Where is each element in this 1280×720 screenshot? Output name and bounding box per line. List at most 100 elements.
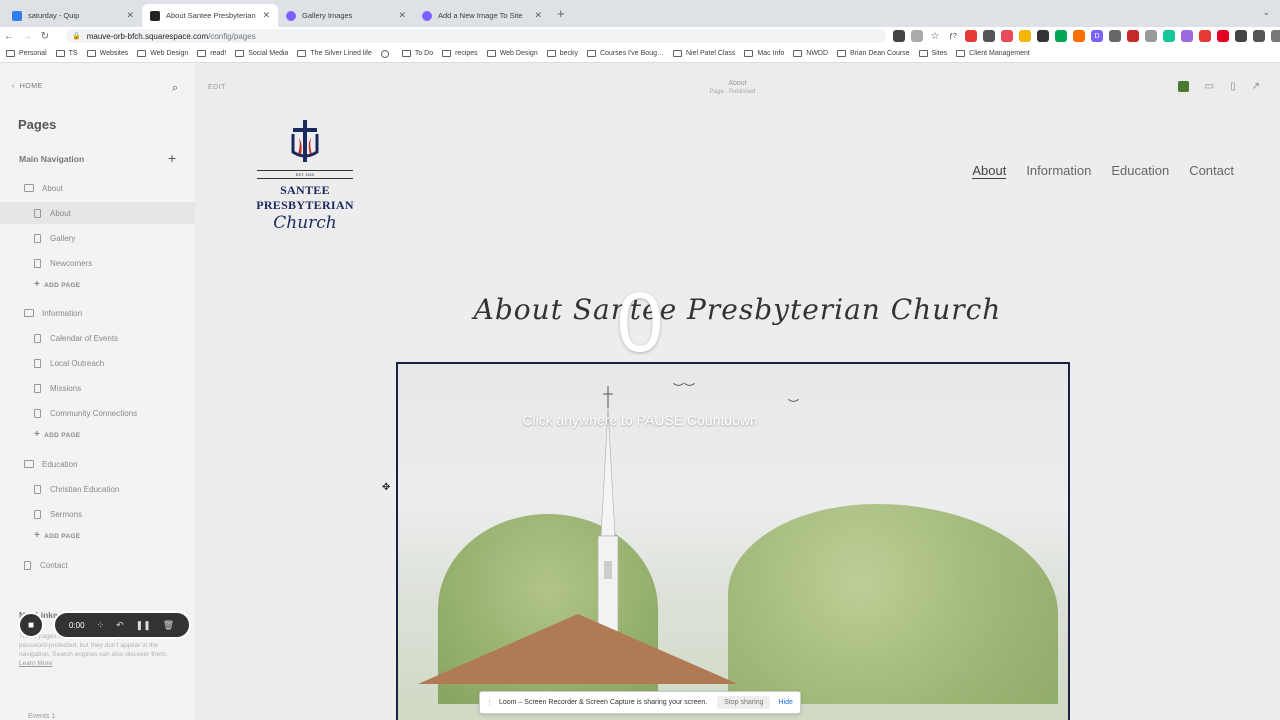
bookmark-item[interactable]: Niel Patel Class (672, 50, 735, 57)
chevron-down-icon[interactable]: ⌄ (1262, 7, 1270, 18)
search-icon[interactable]: ⌕ (172, 82, 178, 95)
puzzle-icon[interactable] (1253, 30, 1265, 42)
bookmark-label: Web Design (150, 50, 189, 57)
extension-icon[interactable] (1127, 30, 1139, 42)
desktop-icon[interactable]: ▭ (1205, 81, 1214, 92)
pinterest-icon[interactable] (1217, 30, 1229, 42)
bookmark-item[interactable]: Courses I've Boug… (587, 50, 664, 57)
camera-icon[interactable] (893, 30, 905, 42)
nav-contact[interactable]: Contact (1189, 163, 1234, 179)
bookmark-item[interactable]: Brian Dean Course (837, 50, 910, 57)
url-field[interactable]: 🔒 mauve-orb-bfch.squarespace.com/config/… (66, 29, 886, 43)
bookmark-item[interactable]: TS (55, 50, 78, 57)
folder-about[interactable]: About (0, 177, 195, 199)
star-icon[interactable]: ☆ (929, 30, 941, 42)
bookmark-item[interactable]: Personal (6, 50, 47, 57)
bookmark-item[interactable]: read! (197, 50, 226, 57)
share-icon[interactable] (911, 30, 923, 42)
loom-icon[interactable] (1199, 30, 1211, 42)
close-icon[interactable]: ✕ (398, 10, 406, 21)
page-gallery[interactable]: Gallery (0, 227, 195, 249)
page-missions[interactable]: Missions (0, 377, 195, 399)
pause-icon[interactable]: ❚❚ (136, 620, 151, 631)
add-icon[interactable]: + (168, 151, 176, 165)
page-sermons[interactable]: Sermons (0, 503, 195, 525)
main-navigation-heading: Main Navigation (19, 154, 85, 164)
bookmark-item[interactable]: NWDD (793, 50, 828, 57)
folder-education[interactable]: Education (0, 453, 195, 475)
folder-icon (956, 50, 966, 57)
bookmark-item[interactable]: Mac Info (744, 50, 784, 57)
extension-icon[interactable] (965, 30, 977, 42)
expand-icon[interactable]: ↗ (1252, 81, 1260, 92)
extension-icon[interactable] (1037, 30, 1049, 42)
extension-icon[interactable] (1019, 30, 1031, 42)
new-tab-icon[interactable]: + (557, 6, 565, 21)
bookmark-item[interactable] (380, 49, 393, 58)
browser-tab[interactable]: saturday - Quip ✕ (4, 4, 142, 27)
bookmark-item[interactable]: recipes (442, 50, 478, 57)
loom-camera-button[interactable]: ■ (18, 612, 44, 638)
extension-icon[interactable] (1235, 30, 1247, 42)
add-page-button[interactable]: + ADD PAGE (34, 530, 80, 541)
close-icon[interactable]: ✕ (534, 10, 542, 21)
bookmark-item[interactable]: Websites (86, 50, 128, 57)
page-label: Newcomers (50, 258, 93, 268)
close-icon[interactable]: ✕ (262, 10, 270, 21)
sidebar-icon[interactable] (1271, 30, 1280, 42)
extension-icon[interactable] (1181, 30, 1193, 42)
page-newcomers[interactable]: Newcomers (0, 252, 195, 274)
extension-icon[interactable] (1163, 30, 1175, 42)
bookmark-item[interactable]: The Silver Lined life (297, 50, 372, 57)
nav-information[interactable]: Information (1026, 163, 1091, 179)
countdown-message[interactable]: Click anywhere to PAUSE Countdown (0, 412, 1280, 428)
extension-icon[interactable]: D (1091, 30, 1103, 42)
page-christian-education[interactable]: Christian Education (0, 478, 195, 500)
stop-sharing-button[interactable]: Stop sharing (717, 696, 771, 709)
page-label: About (50, 208, 71, 218)
browser-tab[interactable]: Gallery Images ✕ (278, 4, 414, 27)
bookmark-label: NWDD (806, 50, 829, 57)
bookmark-item[interactable]: Web Design (137, 50, 188, 57)
close-icon[interactable]: ✕ (126, 10, 134, 21)
bookmark-item[interactable]: Sites (918, 50, 947, 57)
page-about[interactable]: About (0, 202, 195, 224)
bookmark-item[interactable]: Social Media (235, 50, 288, 57)
bookmark-item[interactable]: Web Design (486, 50, 538, 57)
folder-icon (442, 50, 452, 57)
extension-icon[interactable] (1073, 30, 1085, 42)
draw-icon[interactable]: ⁘ (97, 620, 105, 631)
drag-handle-icon[interactable]: ⋮ (486, 699, 493, 707)
page-events[interactable]: Events 1 (28, 713, 55, 720)
mobile-icon[interactable]: ▯ (1230, 81, 1236, 92)
grid-icon[interactable] (983, 30, 995, 42)
learn-more-link[interactable]: Learn More (19, 660, 52, 667)
trash-icon[interactable]: 🗑 (163, 620, 174, 631)
browser-tab-active[interactable]: About Santee Presbyterian Ch… ✕ (142, 4, 278, 27)
bookmark-item[interactable]: To Do (401, 50, 433, 57)
bookmark-item[interactable]: becky (546, 50, 578, 57)
bookmark-item[interactable]: Client Management (956, 50, 1030, 57)
extension-icon[interactable] (1109, 30, 1121, 42)
pocket-icon[interactable] (1001, 30, 1013, 42)
home-link[interactable]: ‹ HOME (12, 83, 43, 90)
countdown-number[interactable]: 0 (0, 272, 1280, 372)
undo-icon[interactable]: ↶ (116, 620, 124, 631)
reload-icon[interactable]: ↻ (36, 31, 54, 42)
extension-icon[interactable] (1177, 81, 1189, 92)
nav-about[interactable]: About (972, 163, 1007, 179)
folder-label: Education (42, 459, 78, 469)
site-logo[interactable]: EST. 1915 SANTEE PRESBYTERIAN Church (230, 120, 380, 233)
browser-tab[interactable]: Add a New Image To Site ✕ (414, 4, 550, 27)
font-extension-icon[interactable]: ƒ? (947, 30, 959, 42)
hide-button[interactable]: Hide (778, 699, 792, 706)
back-icon[interactable]: ← (0, 31, 18, 42)
forward-icon[interactable]: → (18, 31, 36, 42)
extension-icon[interactable] (1055, 30, 1067, 42)
mouse-cursor-icon: ✥ (382, 482, 391, 493)
add-page-button[interactable]: + ADD PAGE (34, 429, 80, 440)
folder-icon (546, 50, 556, 57)
extension-icon[interactable] (1145, 30, 1157, 42)
page-contact[interactable]: Contact (0, 554, 195, 576)
nav-education[interactable]: Education (1111, 163, 1169, 179)
